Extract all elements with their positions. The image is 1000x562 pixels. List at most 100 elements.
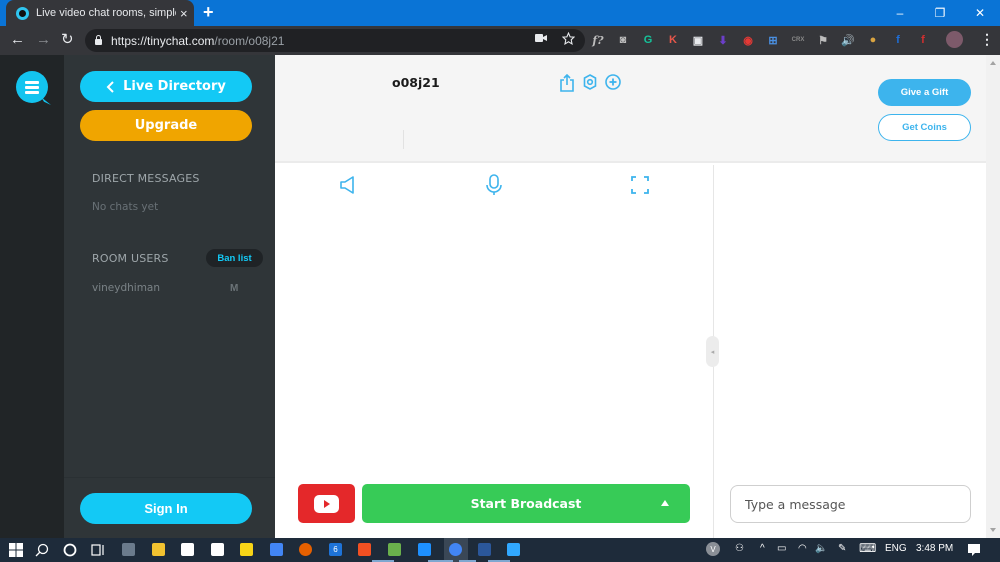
speaker-icon[interactable] [338,174,358,196]
video-area [275,165,713,538]
settings-icon[interactable] [582,74,598,90]
room-users-heading: ROOM USERS [92,252,169,265]
wifi-icon[interactable]: ◠ [798,543,807,554]
downloader-icon[interactable]: ⬇ [715,32,731,48]
upgrade-button[interactable]: Upgrade [80,110,252,141]
facebook-red-icon[interactable]: f [915,32,931,48]
lock-icon[interactable] [95,35,102,45]
touch-keyboard-icon[interactable]: ⌨ [859,541,876,555]
flag-icon[interactable]: ⚑ [815,32,831,48]
word-icon[interactable] [478,543,491,556]
close-tab-icon[interactable]: × [180,6,188,21]
close-window-icon[interactable]: ✕ [960,0,1000,26]
give-gift-button[interactable]: Give a Gift [878,79,971,106]
facebook-icon[interactable]: f [890,32,906,48]
windows-taskbar: 6 V ⚇ ^ ▭ ◠ 🔈 ✎ ⌨ ENG 3:48 PM [0,538,1000,562]
language-indicator[interactable]: ENG [885,543,907,554]
picture-in-picture-icon[interactable]: ▣ [690,32,706,48]
collapse-chat-handle[interactable]: ◂ [706,336,719,367]
windows-start-icon[interactable] [8,542,24,558]
share-icon[interactable] [559,73,575,92]
browser-toolbar: ← → ↻ https://tinychat.com/room/o08j21 f… [0,26,1000,55]
get-coins-button[interactable]: Get Coins [878,114,971,141]
minimize-icon[interactable]: – [880,0,920,26]
photoshop-icon[interactable] [507,543,520,556]
volume-icon[interactable]: 🔈 [815,543,827,554]
cookie-icon[interactable]: ● [865,32,881,48]
address-bar[interactable]: https://tinychat.com/room/o08j21 [85,29,585,52]
add-icon[interactable] [605,74,621,90]
people-icon[interactable]: ⚇ [735,543,744,554]
youtube-button[interactable] [298,484,355,523]
youtube-icon [314,494,339,513]
hamburger-line [25,81,39,84]
tinychat-page: Live Directory Upgrade DIRECT MESSAGES N… [0,55,1000,538]
scroll-up-icon[interactable] [990,61,996,65]
browser-menu-icon[interactable]: ⋮ [980,31,994,48]
sign-in-button[interactable]: Sign In [80,493,252,524]
fullscreen-icon[interactable] [630,174,650,196]
action-center-icon[interactable] [966,542,982,558]
settings-icon[interactable] [211,543,224,556]
grammarly-icon[interactable]: G [640,32,656,48]
start-broadcast-button[interactable]: Start Broadcast [362,484,690,523]
bookmark-star-icon[interactable] [562,32,575,45]
user-name[interactable]: vineydhiman [92,282,160,294]
sidebar: Live Directory Upgrade DIRECT MESSAGES N… [64,55,275,538]
window-controls: – ❐ ✕ [880,0,1000,26]
left-rail [0,55,64,538]
url-path: /room/o08j21 [214,33,285,48]
volume-icon[interactable]: 🔊 [840,32,856,48]
page-scrollbar[interactable] [986,55,1000,538]
start-broadcast-label: Start Broadcast [470,496,582,511]
clock[interactable]: 3:48 PM [916,543,953,554]
show-hidden-icons[interactable]: ^ [760,543,765,554]
tray-avatar[interactable]: V [706,542,720,556]
paint-icon[interactable] [388,543,401,556]
cortana-icon[interactable] [62,542,78,558]
room-main: o08j21 Give a Gift Get Coins ◂ Start Bro… [275,55,1000,538]
sticky-notes-icon[interactable] [240,543,253,556]
restore-icon[interactable]: ❐ [920,0,960,26]
google-ads-icon[interactable] [270,543,283,556]
new-tab-icon[interactable]: + [203,3,214,21]
chrome-icon[interactable] [449,543,462,556]
camera-blocked-icon[interactable] [534,32,548,44]
microphone-icon[interactable] [484,174,504,196]
firefox-icon[interactable] [299,543,312,556]
calendar-icon[interactable]: 6 [329,543,342,556]
pen-icon[interactable]: ✎ [838,543,846,554]
keywords-icon[interactable]: K [665,32,681,48]
font-detector-icon[interactable]: f? [590,32,606,48]
app-icon[interactable] [122,543,135,556]
profile-avatar[interactable] [946,31,963,48]
store-icon[interactable] [358,543,371,556]
get-crx-icon[interactable]: CRX [790,32,806,48]
header-divider [403,130,404,149]
reload-icon[interactable]: ↻ [61,31,74,49]
url-host: https://tinychat.com [111,33,215,48]
browser-tab[interactable]: Live video chat rooms, simple and × [6,0,194,26]
hamburger-line [25,86,39,89]
battery-icon[interactable]: ▭ [777,543,786,554]
room-name: o08j21 [392,75,440,90]
ban-list-button[interactable]: Ban list [206,249,263,267]
forward-icon[interactable]: → [36,31,51,49]
direct-messages-heading: DIRECT MESSAGES [92,172,200,185]
menu-logo-button[interactable] [16,71,48,103]
search-icon[interactable] [34,542,50,558]
room-header: o08j21 Give a Gift Get Coins [275,55,986,163]
caret-up-icon[interactable] [661,500,669,506]
file-explorer-icon[interactable] [152,543,165,556]
live-directory-button[interactable]: Live Directory [80,71,252,102]
edge-icon[interactable] [418,543,431,556]
message-input[interactable] [730,485,971,523]
no-chats-text: No chats yet [92,201,159,213]
mail-icon[interactable] [181,543,194,556]
back-icon[interactable]: ← [10,31,25,49]
scroll-down-icon[interactable] [990,528,996,532]
task-view-icon[interactable] [90,542,106,558]
speed-test-icon[interactable]: ◉ [740,32,756,48]
screenshot-icon[interactable]: ◙ [615,32,631,48]
web-builder-icon[interactable]: ⊞ [765,32,781,48]
